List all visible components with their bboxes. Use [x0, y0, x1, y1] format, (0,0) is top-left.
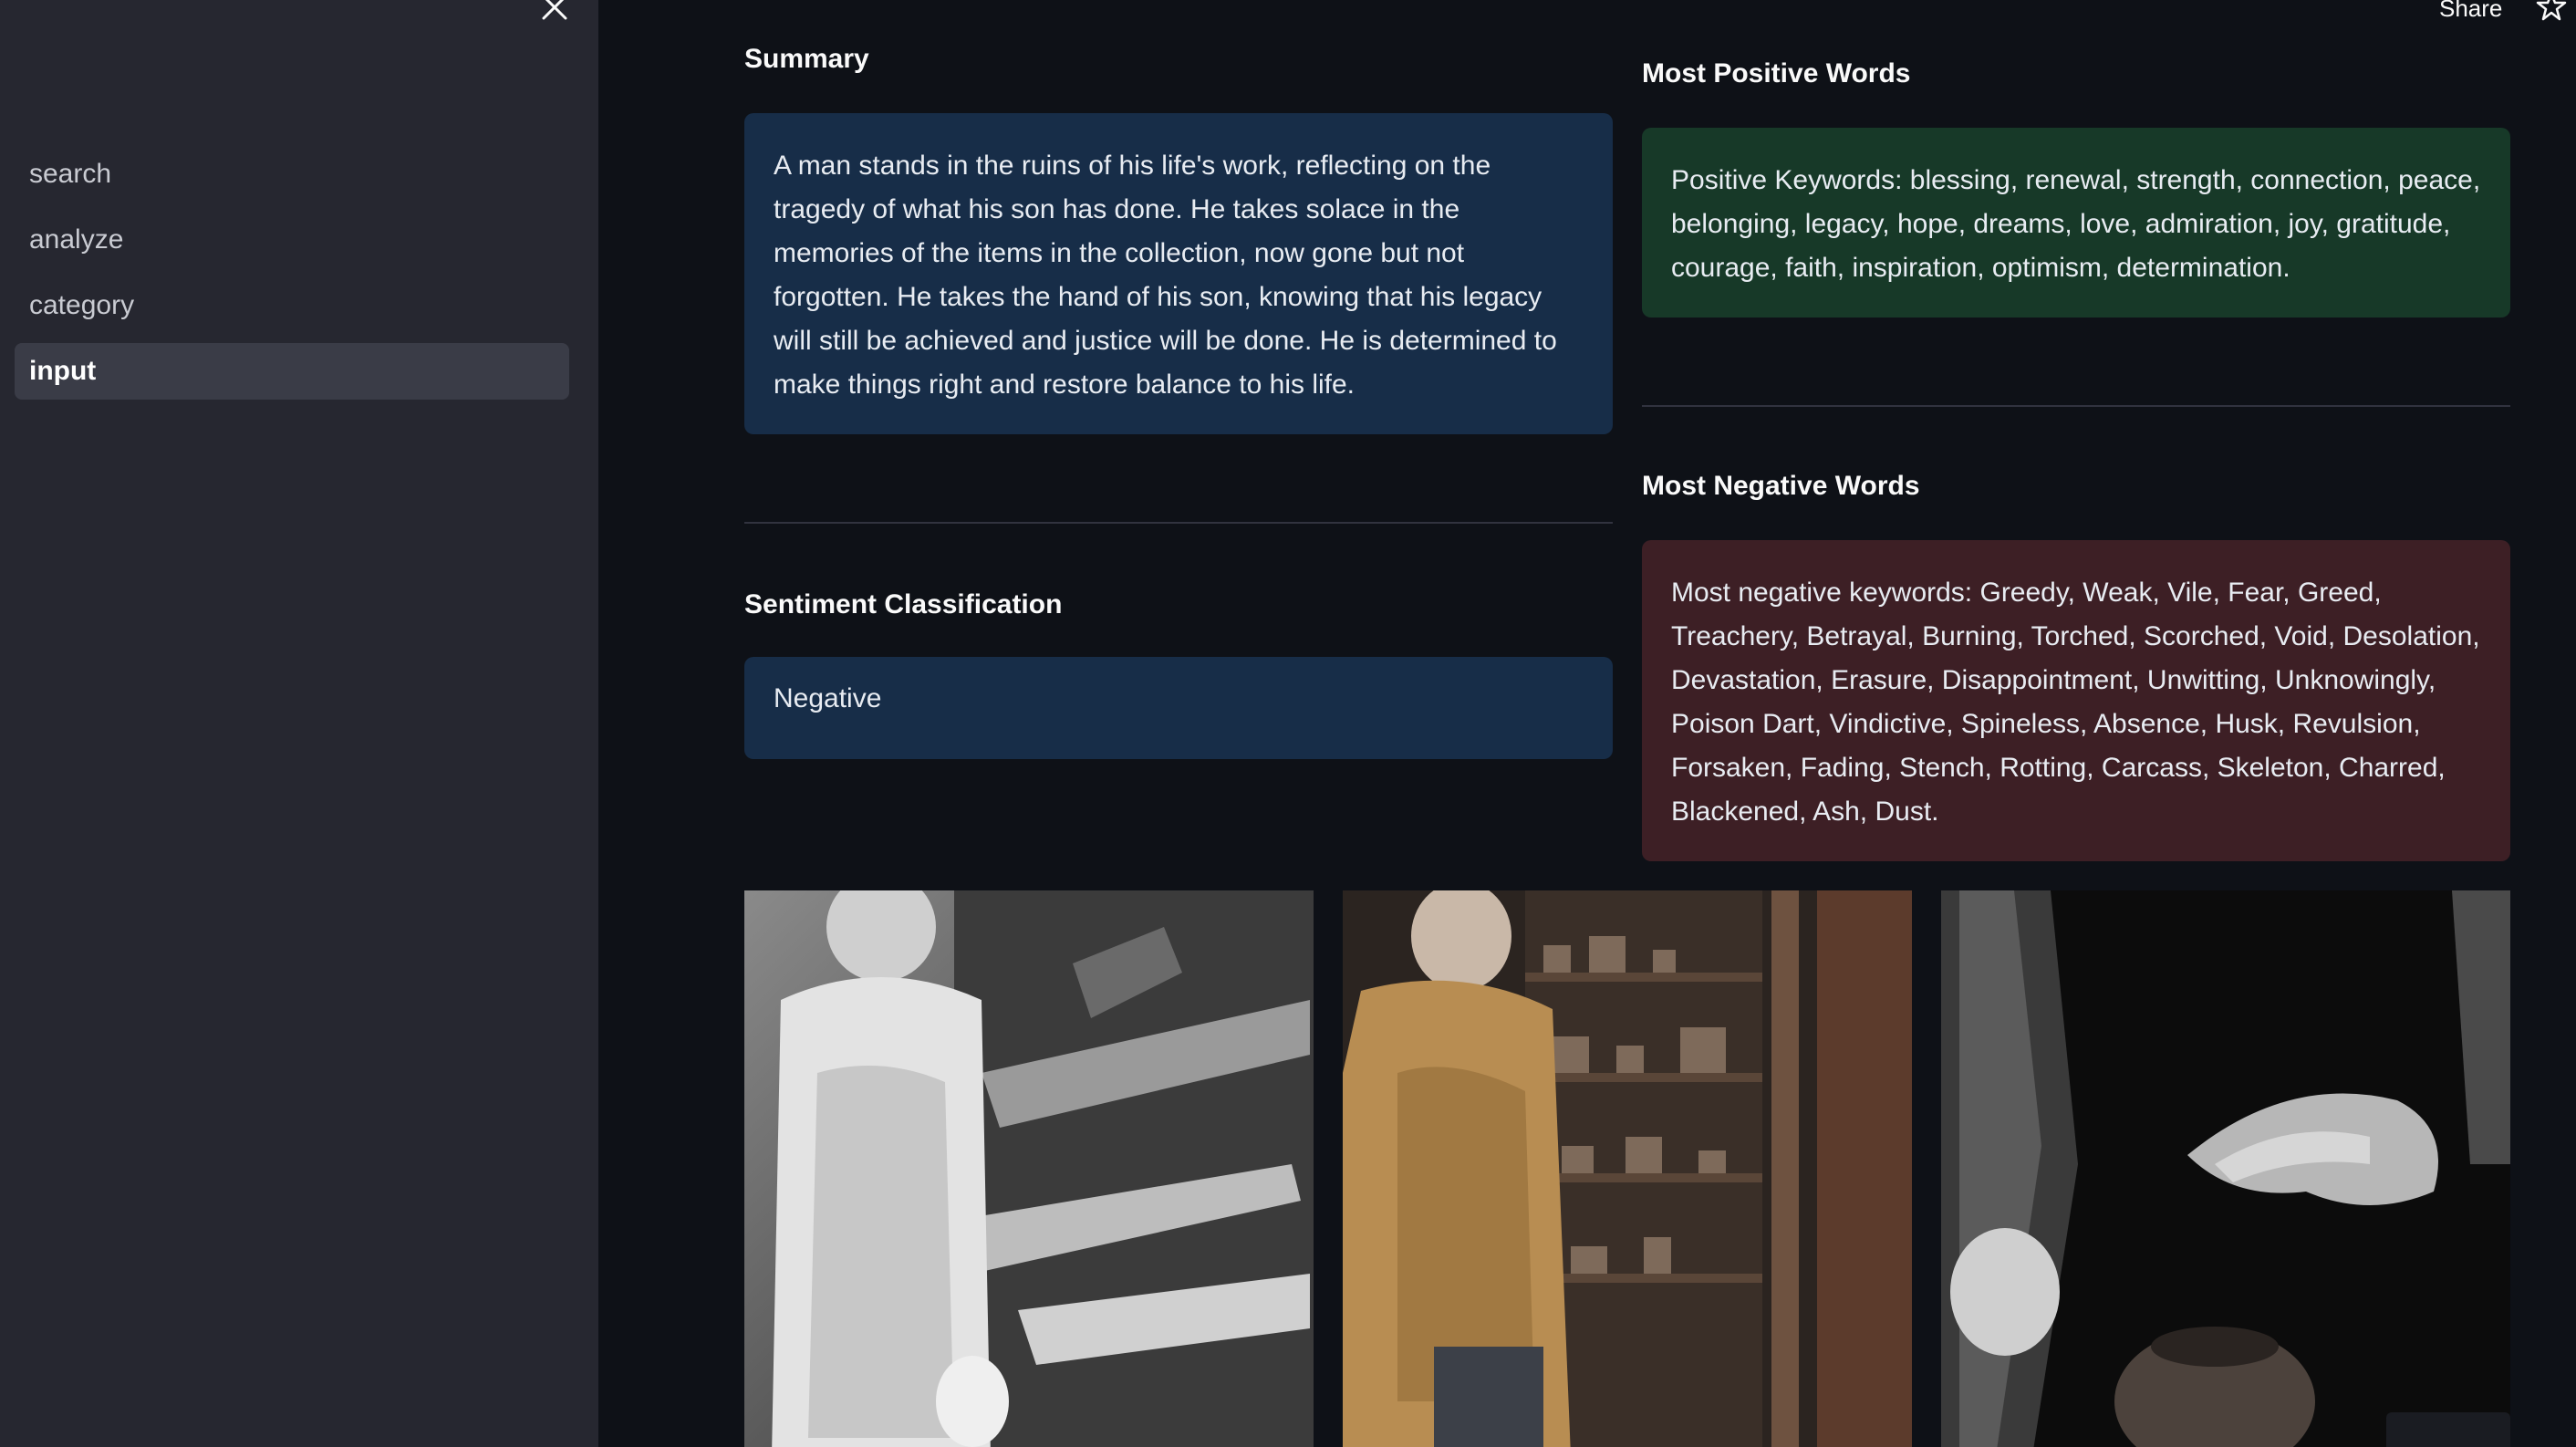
divider [1642, 405, 2510, 407]
close-sidebar-button[interactable] [536, 0, 573, 24]
sidebar-item-search[interactable]: search [15, 146, 569, 203]
image-man-ruins [744, 890, 1314, 1447]
sidebar: search analyze category input [0, 0, 598, 1447]
share-button[interactable]: Share [2439, 0, 2502, 23]
sentiment-box: Negative [744, 657, 1613, 759]
negative-words-box: Most negative keywords: Greedy, Weak, Vi… [1642, 540, 2510, 861]
fullscreen-button[interactable] [2386, 1412, 2510, 1447]
image-man-shelves [1343, 890, 1912, 1447]
sentiment-heading: Sentiment Classification [744, 589, 1063, 619]
photo-man-in-ruins [744, 890, 1314, 1447]
positive-words-heading: Most Positive Words [1642, 58, 1911, 88]
summary-text: A man stands in the ruins of his life's … [774, 151, 1557, 400]
star-button[interactable] [2536, 0, 2567, 22]
positive-words-box: Positive Keywords: blessing, renewal, st… [1642, 128, 2510, 318]
photo-hand-with-pottery [1941, 890, 2510, 1447]
summary-box: A man stands in the ruins of his life's … [744, 113, 1613, 434]
image-hand-pottery [1941, 890, 2510, 1447]
summary-heading: Summary [744, 44, 869, 74]
sidebar-nav: search analyze category input [15, 146, 569, 409]
negative-words-heading: Most Negative Words [1642, 471, 1920, 501]
sidebar-item-input[interactable]: input [15, 343, 569, 400]
app-root: search analyze category input Share Summ… [0, 0, 2576, 1447]
sentiment-value: Negative [774, 683, 882, 713]
star-icon [2536, 0, 2567, 21]
sidebar-item-analyze[interactable]: analyze [15, 212, 569, 268]
photo-man-at-shelves [1343, 890, 1912, 1447]
positive-words-text: Positive Keywords: blessing, renewal, st… [1671, 165, 2481, 283]
negative-words-text: Most negative keywords: Greedy, Weak, Vi… [1671, 578, 2480, 827]
close-icon [542, 0, 567, 20]
divider [744, 522, 1613, 524]
sidebar-item-category[interactable]: category [15, 277, 569, 334]
